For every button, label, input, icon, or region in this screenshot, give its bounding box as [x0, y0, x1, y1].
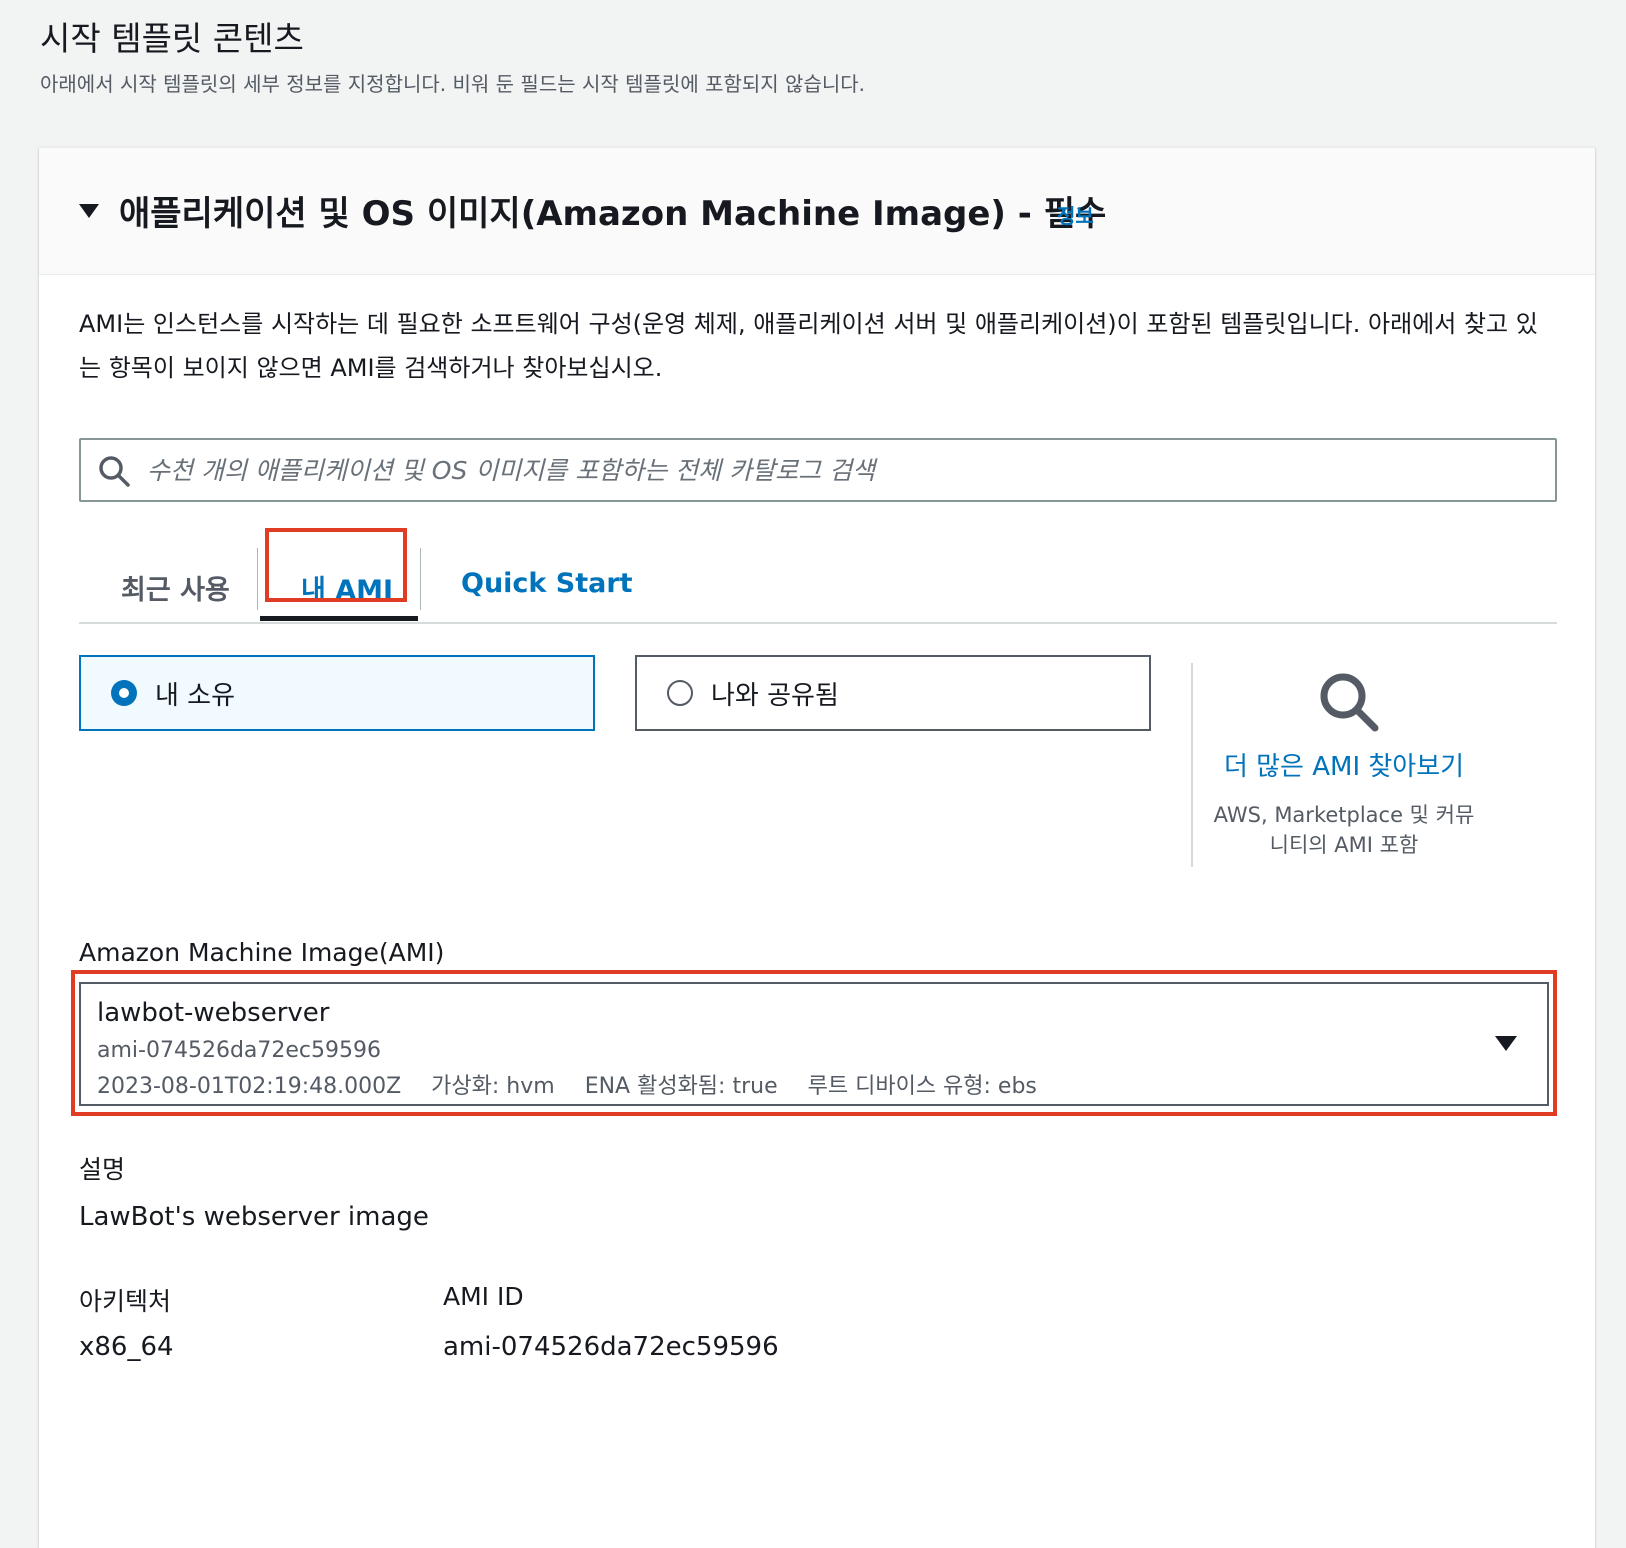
info-link[interactable]: 정보: [1057, 200, 1094, 229]
tab-quick-start[interactable]: Quick Start: [461, 568, 633, 599]
radio-shared-with-me[interactable]: 나와 공유됨: [635, 655, 1151, 731]
architecture-label: 아키텍처: [79, 1287, 172, 1316]
ami-root-device: 루트 디바이스 유형: ebs: [807, 1074, 1037, 1099]
ami-id: ami-074526da72ec59596: [97, 1038, 382, 1063]
ami-id-value: ami-074526da72ec59596: [443, 1332, 779, 1362]
ami-section-card: 애플리케이션 및 OS 이미지(Amazon Machine Image) - …: [39, 147, 1595, 1548]
ami-metadata: 2023-08-01T02:19:48.000Z 가상화: hvm ENA 활성화됨…: [97, 1068, 1067, 1100]
description-label: 설명: [79, 1155, 126, 1184]
ami-section-title[interactable]: 애플리케이션 및 OS 이미지(Amazon Machine Image) - …: [119, 186, 1106, 235]
radio-shared-label: 나와 공유됨: [711, 681, 839, 711]
ami-virtualization: 가상화: hvm: [431, 1074, 555, 1099]
ami-select-dropdown[interactable]: lawbot-webserver ami-074526da72ec59596 2…: [79, 982, 1549, 1106]
description-value: LawBot's webserver image: [79, 1202, 429, 1232]
vertical-divider: [1191, 663, 1193, 867]
ami-ena: ENA 활성화됨: true: [584, 1074, 778, 1099]
active-tab-indicator: [260, 616, 418, 621]
tab-separator: [420, 548, 421, 610]
tab-recent[interactable]: 최근 사용: [121, 568, 230, 607]
browse-subtext: AWS, Marketplace 및 커뮤니티의 AMI 포함: [1213, 803, 1475, 857]
tab-separator: [257, 548, 258, 610]
dropdown-caret-icon[interactable]: [1495, 1036, 1517, 1051]
ami-search-box[interactable]: [79, 438, 1557, 502]
ami-id-label: AMI ID: [443, 1282, 524, 1311]
magnifier-icon[interactable]: [1317, 670, 1381, 734]
radio-owned-by-me[interactable]: 내 소유: [79, 655, 595, 731]
radio-owned-label: 내 소유: [155, 681, 236, 711]
radio-unselected-icon[interactable]: [667, 680, 693, 706]
search-icon: [99, 456, 130, 487]
page-description: 아래에서 시작 템플릿의 세부 정보를 지정합니다. 비워 둔 필드는 시작 템…: [40, 72, 866, 96]
ami-search-input[interactable]: [145, 448, 1539, 492]
browse-more-amis-link[interactable]: 더 많은 AMI 찾아보기: [1199, 746, 1489, 783]
ami-name: lawbot-webserver: [97, 998, 330, 1028]
radio-selected-icon[interactable]: [111, 680, 137, 706]
ami-intro-text: AMI는 인스턴스를 시작하는 데 필요한 소프트웨어 구성(운영 체제, 애플…: [79, 310, 1538, 382]
architecture-value: x86_64: [79, 1332, 174, 1362]
ami-created-date: 2023-08-01T02:19:48.000Z: [97, 1074, 402, 1099]
caret-down-icon[interactable]: [79, 204, 99, 218]
tab-divider: [79, 622, 1557, 624]
ami-section-header[interactable]: 애플리케이션 및 OS 이미지(Amazon Machine Image) - …: [39, 148, 1595, 275]
page-title: 시작 템플릿 콘텐츠: [40, 19, 304, 58]
highlight-box-tab: [265, 528, 407, 602]
ami-select-label: Amazon Machine Image(AMI): [79, 938, 445, 967]
